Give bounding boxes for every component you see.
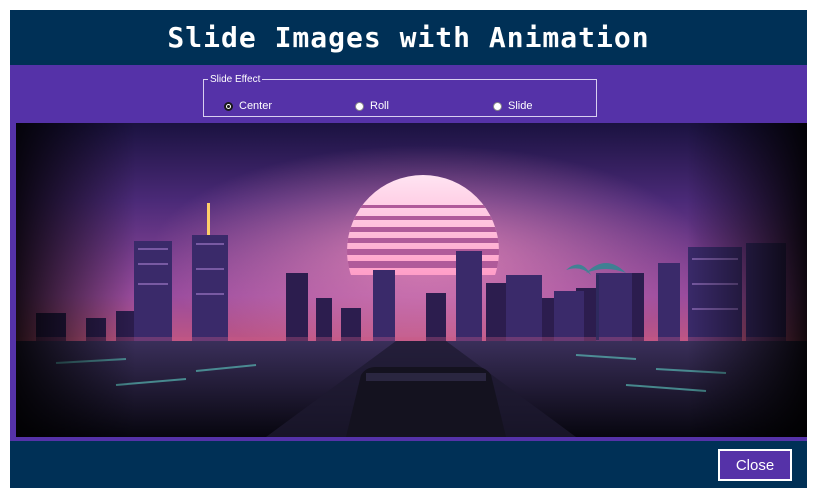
radio-roll-label: Roll: [370, 100, 389, 112]
title-bar: Slide Images with Animation: [10, 10, 807, 65]
window-title: Slide Images with Animation: [167, 21, 650, 54]
close-button[interactable]: Close: [718, 449, 792, 481]
slide-image: [16, 123, 807, 437]
radio-roll-indicator[interactable]: [355, 101, 364, 111]
slide-image-frame: [16, 123, 807, 437]
slide-effect-group: Slide Effect Center Roll Slide: [203, 74, 597, 117]
radio-center[interactable]: Center: [224, 100, 272, 112]
radio-center-label: Center: [239, 100, 273, 112]
radio-roll[interactable]: Roll: [355, 100, 389, 112]
app-window: Slide Images with Animation Slide Effect…: [10, 10, 807, 488]
slide-effect-legend: Slide Effect: [210, 74, 261, 85]
radio-slide-label: Slide: [508, 100, 533, 112]
content-area: Slide Effect Center Roll Slide: [10, 65, 807, 441]
radio-slide-indicator[interactable]: [493, 101, 502, 111]
radio-center-indicator[interactable]: [224, 101, 233, 111]
radio-slide[interactable]: Slide: [493, 100, 532, 112]
footer-bar: Close: [10, 441, 807, 488]
